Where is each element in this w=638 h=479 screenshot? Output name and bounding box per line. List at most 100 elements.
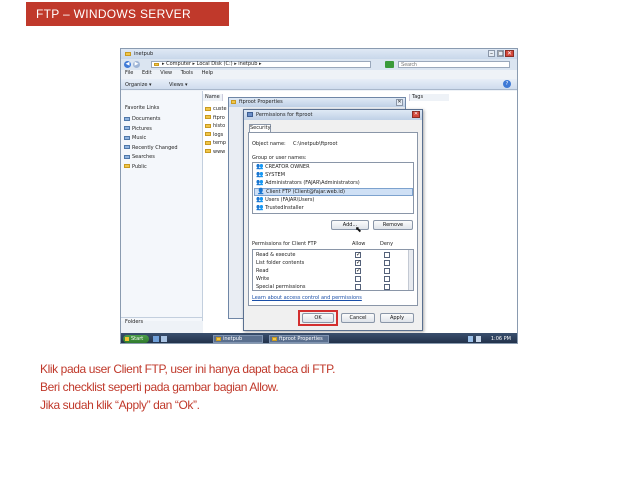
user-icon: 👤 (257, 188, 265, 195)
folder-icon (205, 123, 211, 128)
user-users[interactable]: 👥 Users (FAJAR\Users) (256, 196, 314, 204)
menu-help[interactable]: Help (202, 70, 213, 76)
allow-special-checkbox[interactable] (355, 284, 361, 290)
quick-launch-icon[interactable] (161, 336, 167, 342)
list-item[interactable]: ftpro (205, 114, 229, 123)
folder-icon (205, 132, 211, 136)
user-icon: 👥 (256, 163, 264, 170)
deny-write-checkbox[interactable] (384, 276, 390, 282)
favorite-public[interactable]: Public (124, 163, 178, 173)
remove-button[interactable]: Remove (373, 220, 413, 230)
navigation-pane: Favorite Links Documents Pictures Music … (121, 91, 203, 325)
recent-icon (124, 145, 130, 149)
menu-tools[interactable]: Tools (181, 70, 193, 76)
folders-label: Folders (125, 319, 144, 325)
permissions-titlebar: Permissions for ftproot ✕ (244, 110, 422, 120)
user-icon: 👥 (256, 196, 264, 203)
apply-button[interactable]: Apply (380, 313, 414, 323)
back-icon[interactable]: ◀ (124, 61, 131, 68)
search-input[interactable] (398, 61, 510, 68)
user-trustedinstaller[interactable]: 👥 TrustedInstaller (256, 205, 304, 212)
add-button[interactable]: Add... (331, 220, 369, 230)
start-button[interactable]: Start (123, 335, 149, 343)
list-item[interactable]: histo (205, 122, 229, 131)
properties-title: ftproot Properties (239, 99, 283, 105)
allow-write-checkbox[interactable] (355, 276, 361, 282)
allow-header: Allow (352, 241, 366, 247)
volume-tray-icon[interactable] (476, 336, 481, 342)
favorite-searches[interactable]: Searches (124, 153, 178, 163)
folder-icon (272, 337, 277, 341)
deny-special-checkbox[interactable] (384, 284, 390, 290)
perm-special-label: Special permissions (256, 284, 306, 290)
taskbar-item-inetpub[interactable]: inetpub (213, 335, 263, 343)
maximize-icon[interactable]: □ (497, 50, 504, 57)
deny-list-folder-checkbox[interactable] (384, 260, 390, 266)
organize-button[interactable]: Organize ▾ (125, 82, 152, 88)
security-icon (247, 112, 253, 117)
ok-button[interactable]: OK (302, 313, 334, 323)
list-item[interactable]: logs (205, 131, 229, 140)
taskbar-item-ftproot-properties[interactable]: ftproot Properties (269, 335, 329, 343)
favorite-music[interactable]: Music (124, 134, 178, 144)
taskbar: Start inetpub ftproot Properties 1:06 PM (121, 333, 517, 343)
close-icon[interactable]: ✕ (412, 111, 420, 118)
allow-read-checkbox[interactable]: ✓ (355, 268, 361, 274)
column-header-tags[interactable]: Tags (409, 94, 449, 101)
quick-launch-icon[interactable] (153, 336, 159, 342)
user-creator-owner[interactable]: 👥 CREATOR OWNER (256, 163, 310, 171)
slide-title: FTP – WINDOWS SERVER (36, 7, 191, 21)
folder-icon (205, 140, 211, 145)
user-icon: 👥 (256, 171, 264, 178)
deny-read-execute-checkbox[interactable] (384, 252, 390, 258)
folder-icon (216, 337, 221, 341)
screenshot: inetpub – □ ✕ ◀ ▶ ▸ Computer ▸ Local Dis… (120, 48, 518, 344)
refresh-icon[interactable] (385, 61, 394, 68)
object-name-label: Object name: (252, 141, 286, 147)
learn-more-link[interactable]: Learn about access control and permissio… (252, 295, 362, 301)
menu-file[interactable]: File (125, 70, 133, 76)
favorite-recently-changed[interactable]: Recently Changed (124, 144, 178, 154)
close-icon[interactable]: ✕ (396, 99, 403, 106)
menu-edit[interactable]: Edit (142, 70, 152, 76)
permission-scrollbar[interactable] (408, 250, 413, 290)
close-icon[interactable]: ✕ (505, 50, 514, 57)
caption-line-2: Beri checklist seperti pada gambar bagia… (40, 380, 279, 394)
user-icon: 👥 (256, 179, 264, 186)
menu-bar: File Edit View Tools Help (121, 70, 517, 79)
list-item[interactable]: www (205, 148, 229, 157)
minimize-icon[interactable]: – (488, 50, 495, 57)
pictures-icon (124, 126, 130, 130)
user-administrators[interactable]: 👥 Administrators (FAJAR\Administrators) (256, 179, 360, 187)
views-button[interactable]: Views ▾ (169, 82, 188, 88)
address-row: ◀ ▶ ▸ Computer ▸ Local Disk (C:) ▸ inetp… (121, 59, 517, 70)
cancel-button[interactable]: Cancel (341, 313, 375, 323)
list-item[interactable]: custe (205, 105, 229, 114)
help-icon[interactable]: ? (503, 80, 511, 88)
folders-toggle[interactable]: Folders (121, 317, 203, 326)
user-client-ftp[interactable]: 👤 Client FTP (Client@fajar.web.id) (254, 188, 413, 196)
network-tray-icon[interactable] (468, 336, 473, 342)
allow-list-folder-checkbox[interactable]: ✓ (355, 260, 361, 266)
perm-read-execute-label: Read & execute (256, 252, 296, 258)
favorite-documents[interactable]: Documents (124, 115, 178, 125)
column-header-name[interactable]: Name (203, 94, 223, 101)
permissions-title: Permissions for ftproot (256, 112, 313, 118)
list-item[interactable]: temp (205, 139, 229, 148)
user-system[interactable]: 👥 SYSTEM (256, 171, 285, 179)
folder-icon (154, 63, 159, 66)
music-icon (124, 135, 130, 140)
forward-icon[interactable]: ▶ (133, 61, 140, 68)
clock: 1:06 PM (490, 336, 511, 342)
favorite-pictures[interactable]: Pictures (124, 125, 178, 135)
group-label: Group or user names: (252, 155, 307, 161)
properties-titlebar: ftproot Properties ✕ (229, 98, 405, 107)
deny-read-checkbox[interactable] (384, 268, 390, 274)
explorer-titlebar: inetpub – □ ✕ (121, 49, 517, 59)
favorites-list: Documents Pictures Music Recently Change… (124, 115, 178, 172)
tab-security[interactable]: Security (249, 124, 271, 132)
address-bar[interactable]: ▸ Computer ▸ Local Disk (C:) ▸ inetpub ▸ (151, 61, 371, 68)
allow-read-execute-checkbox[interactable]: ✓ (355, 252, 361, 258)
folder-list: custe ftpro histo logs temp www (205, 105, 229, 156)
menu-view[interactable]: View (160, 70, 172, 76)
